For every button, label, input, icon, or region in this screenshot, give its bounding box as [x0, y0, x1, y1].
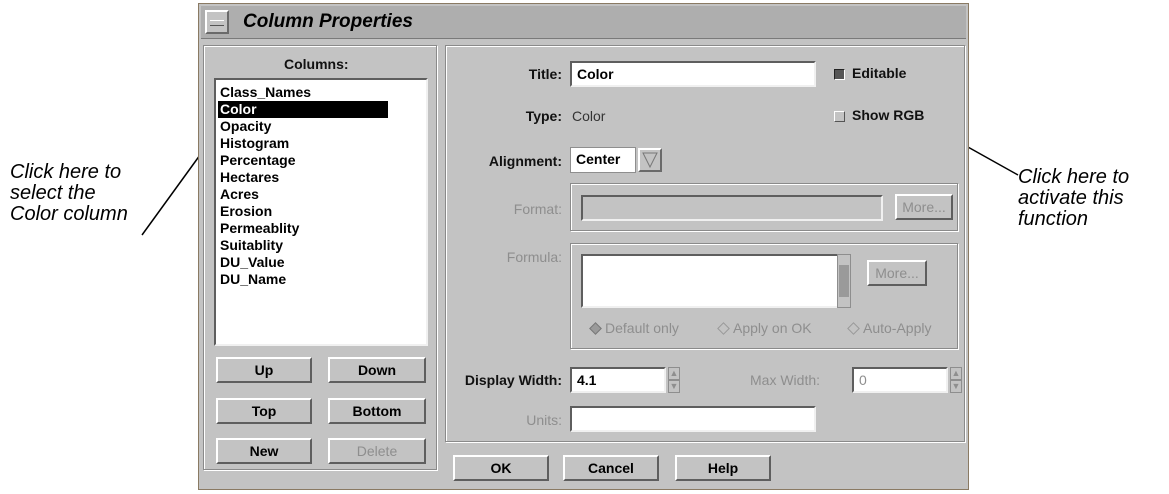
alignment-dropdown-button[interactable] — [638, 148, 662, 172]
callout-line: activate this — [1018, 187, 1124, 209]
display-width-field[interactable]: 4.1 — [570, 367, 666, 393]
alignment-label: Alignment: — [488, 153, 562, 169]
units-field[interactable] — [570, 406, 816, 432]
column-properties-dialog: Column Properties Columns: Class_Names C… — [198, 3, 969, 490]
format-more-button[interactable]: More... — [895, 194, 953, 220]
spin-up-icon[interactable]: ▲ — [668, 367, 680, 380]
spin-down-icon[interactable]: ▼ — [950, 380, 962, 393]
title-field[interactable]: Color — [570, 61, 816, 87]
callout-select-color-column: Click here to select the Color column — [10, 162, 128, 225]
help-button[interactable]: Help — [675, 455, 771, 481]
list-item[interactable]: Percentage — [218, 152, 388, 169]
type-label: Type: — [525, 108, 562, 124]
delete-button[interactable]: Delete — [328, 438, 426, 464]
list-item[interactable]: Permeablity — [218, 220, 388, 237]
list-item[interactable]: DU_Name — [218, 271, 388, 288]
bottom-button[interactable]: Bottom — [328, 398, 426, 424]
display-width-spinner[interactable]: ▲ ▼ — [668, 367, 680, 393]
format-group: More... — [570, 183, 958, 231]
formula-group: More... Default only Apply on OK Auto-Ap… — [570, 243, 958, 349]
editable-checkbox[interactable] — [834, 69, 845, 80]
down-button[interactable]: Down — [328, 357, 426, 383]
spin-down-icon[interactable]: ▼ — [668, 380, 680, 393]
list-item[interactable]: Suitablity — [218, 237, 388, 254]
radio-auto-apply-label[interactable]: Auto-Apply — [863, 320, 931, 336]
format-field[interactable] — [581, 195, 883, 221]
properties-panel: Title: Color Editable Type: Color Show R… — [445, 45, 965, 442]
chevron-down-icon — [642, 152, 658, 169]
window-title: Column Properties — [243, 11, 413, 32]
max-width-field[interactable]: 0 — [852, 367, 948, 393]
radio-apply-on-ok-label[interactable]: Apply on OK — [733, 320, 812, 336]
list-item[interactable]: Opacity — [218, 118, 388, 135]
list-item-selected[interactable]: Color — [218, 101, 388, 118]
max-width-label: Max Width: — [750, 372, 821, 388]
formula-textarea[interactable] — [581, 254, 839, 308]
list-item[interactable]: Class_Names — [218, 84, 388, 101]
max-width-spinner[interactable]: ▲ ▼ — [950, 367, 962, 393]
cancel-button[interactable]: Cancel — [563, 455, 659, 481]
radio-default-only[interactable] — [589, 322, 602, 335]
formula-more-button[interactable]: More... — [867, 260, 927, 286]
type-value: Color — [572, 108, 606, 124]
show-rgb-label[interactable]: Show RGB — [852, 107, 924, 123]
alignment-select[interactable]: Center — [570, 147, 636, 173]
show-rgb-checkbox[interactable] — [834, 111, 845, 122]
window-menu-button[interactable] — [205, 10, 229, 34]
callout-line: Click here to — [10, 161, 122, 183]
editable-label[interactable]: Editable — [852, 65, 906, 81]
columns-panel: Columns: Class_Names Color Opacity Histo… — [203, 45, 437, 470]
new-button[interactable]: New — [216, 438, 312, 464]
spin-up-icon[interactable]: ▲ — [950, 367, 962, 380]
title-label: Title: — [528, 66, 562, 82]
format-label: Format: — [513, 201, 562, 217]
callout-line: Click here to — [1018, 166, 1130, 188]
formula-label: Formula: — [506, 249, 562, 265]
title-bar[interactable]: Column Properties — [201, 6, 966, 39]
radio-auto-apply[interactable] — [847, 322, 860, 335]
display-width-label: Display Width: — [464, 372, 562, 388]
minus-icon — [210, 20, 224, 26]
formula-scrollbar[interactable] — [837, 254, 851, 308]
ok-button[interactable]: OK — [453, 455, 549, 481]
list-item[interactable]: Acres — [218, 186, 388, 203]
radio-apply-on-ok[interactable] — [717, 322, 730, 335]
list-item[interactable]: Erosion — [218, 203, 388, 220]
callout-line: Color column — [10, 203, 128, 225]
list-item[interactable]: Hectares — [218, 169, 388, 186]
list-item[interactable]: Histogram — [218, 135, 388, 152]
callout-activate-function: Click here to activate this function — [1018, 167, 1129, 230]
callout-line: function — [1018, 208, 1089, 230]
units-label: Units: — [526, 412, 562, 428]
columns-header: Columns: — [284, 56, 349, 72]
columns-list[interactable]: Class_Names Color Opacity Histogram Perc… — [214, 78, 428, 346]
scrollbar-thumb[interactable] — [839, 265, 849, 297]
top-button[interactable]: Top — [216, 398, 312, 424]
radio-default-only-label[interactable]: Default only — [605, 320, 679, 336]
callout-line: select the — [10, 182, 96, 204]
up-button[interactable]: Up — [216, 357, 312, 383]
list-item[interactable]: DU_Value — [218, 254, 388, 271]
